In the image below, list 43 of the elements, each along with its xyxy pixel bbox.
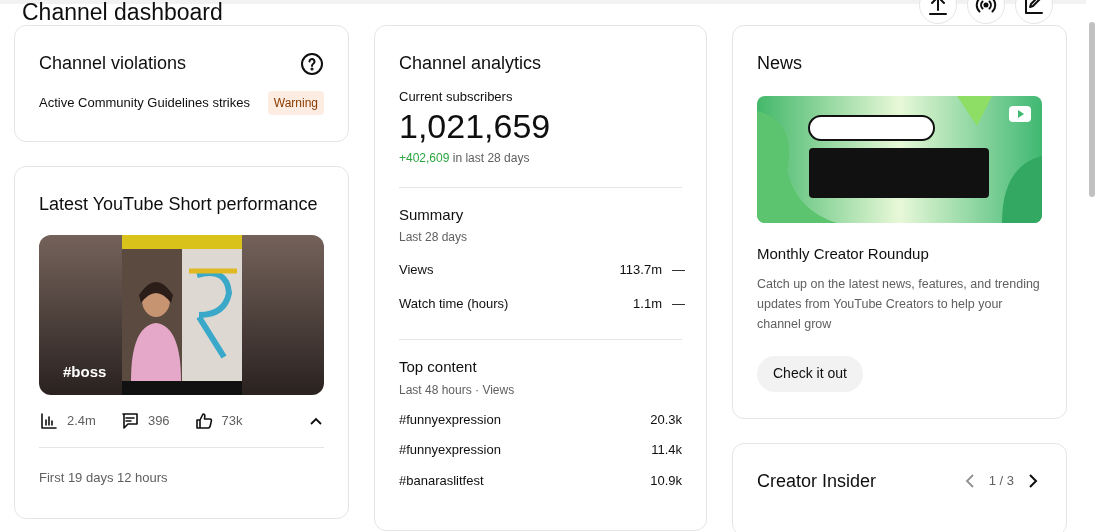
content-title[interactable]: #funnyexpression <box>399 440 652 460</box>
pencil-icon <box>1022 0 1046 17</box>
section-subtitle: Last 28 days <box>399 229 469 246</box>
page-indicator: 1 / 3 <box>988 472 1014 491</box>
section-title: Summary <box>399 204 465 225</box>
comment-icon <box>119 411 140 431</box>
subscriber-count: 1,021,659 <box>399 106 552 145</box>
thumbs-up-icon <box>193 411 214 431</box>
card-title: News <box>757 52 803 75</box>
scrollbar-thumb[interactable] <box>1089 22 1095 197</box>
metric-value: 113.7m <box>619 261 662 279</box>
metric-label: Views <box>399 261 435 279</box>
card-title: Channel violations <box>39 52 187 75</box>
short-caption: #boss <box>63 361 107 382</box>
content-title[interactable]: #banaraslitfest <box>399 470 651 490</box>
subscriber-change: +402,609 <box>399 150 450 165</box>
content-views: 20.3k <box>650 410 682 429</box>
content-title[interactable]: #funnyexpression <box>399 409 651 429</box>
content-views: 10.9k <box>650 471 682 490</box>
violation-label: Active Community Guidelines strikes <box>39 94 250 113</box>
upload-icon <box>926 0 950 17</box>
change-period: in last 28 days <box>452 150 530 165</box>
news-description: Catch up on the latest news, features, and trending updates from YouTube Creators to help your channel grow <box>757 275 1041 333</box>
card-title: Creator Insider <box>757 469 877 493</box>
stat-value: 396 <box>147 412 170 431</box>
bar-chart-icon <box>39 411 59 431</box>
stat-value: 2.4m <box>67 412 96 431</box>
stat-value: 73k <box>221 412 243 431</box>
help-icon[interactable] <box>300 51 324 76</box>
section-title: Top content <box>399 357 478 377</box>
news-headline: Monthly Creator Roundup <box>757 244 930 264</box>
status-badge: Warning <box>267 91 324 115</box>
section-subtitle: Last 48 hours · Views <box>399 381 516 399</box>
content-views: 11.4k <box>651 441 682 459</box>
period-label: First 19 days 12 hours <box>39 469 169 487</box>
metric-label: Watch time (hours) <box>399 294 510 313</box>
short-thumbnail[interactable]: #boss <box>39 235 324 395</box>
card-title: Latest YouTube Short performance <box>39 193 319 216</box>
card-title: Channel analytics <box>399 52 543 75</box>
check-it-out-button[interactable]: Check it out <box>757 355 863 392</box>
subscribers-label: Current subscribers <box>399 88 514 106</box>
metric-value: 1.1m <box>633 294 662 313</box>
page-title: Channel dashboard <box>22 0 223 25</box>
